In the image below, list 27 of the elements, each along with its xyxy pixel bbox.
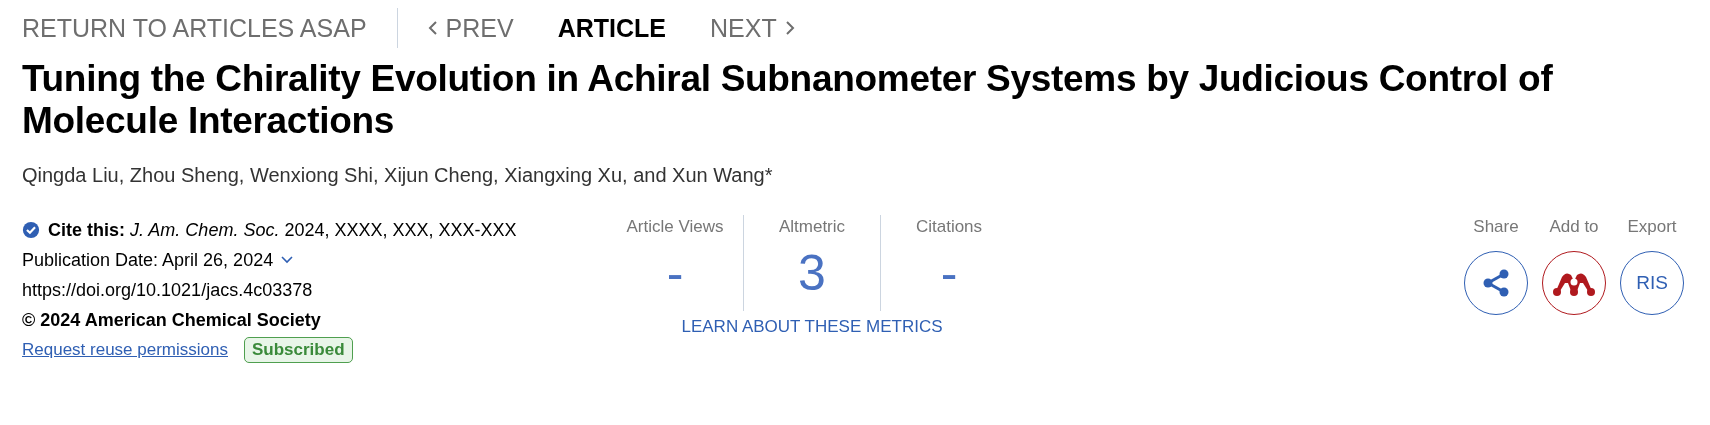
publication-date: Publication Date: April 26, 2024 (22, 249, 274, 272)
metric-label: Altmetric (778, 216, 846, 238)
export-ris-button[interactable]: RIS (1620, 251, 1684, 315)
check-circle-icon (22, 221, 40, 239)
nav-link[interactable]: NEXT (710, 13, 795, 43)
return-link[interactable]: RETURN TO ARTICLES ASAP (22, 13, 367, 43)
action-label: Add to (1549, 216, 1599, 238)
learn-metrics-link[interactable]: LEARN ABOUT THESE METRICS (681, 317, 943, 337)
nav-link[interactable]: PREV (427, 13, 514, 43)
metric-label: Citations (915, 216, 983, 238)
metric-value: - (940, 244, 958, 303)
author-list: Qingda Liu, Zhou Sheng, Wenxiong Shi, Xijun Cheng, Xiangxing Xu, and Xun Wang* (22, 164, 1688, 187)
citation-text: Cite this: J. Am. Chem. Soc. 2024, XXXX, XXX, XXX-XXX (48, 219, 517, 242)
caret-icon[interactable] (281, 256, 294, 264)
metric-label: Article Views (626, 216, 724, 238)
metric-value: - (666, 244, 684, 303)
chevron-right-icon (784, 20, 795, 36)
subscribed-badge: Subscribed (244, 337, 353, 363)
article-title: Tuning the Chirality Evolution in Achiral Subnanometer Systems by Judicious Control of Molecule Interactions (22, 58, 1554, 142)
nav-link[interactable]: ARTICLE (557, 13, 666, 43)
action-label: Export (1627, 216, 1677, 238)
copyright-text: © 2024 American Chemical Society (22, 309, 322, 332)
action-label: Share (1473, 216, 1519, 238)
metric-value: 3 (798, 244, 826, 303)
reuse-permissions-link[interactable]: Request reuse permissions (22, 335, 228, 365)
doi-text: https://doi.org/10.1021/jacs.4c03378 (22, 279, 314, 302)
chevron-left-icon (427, 20, 438, 36)
